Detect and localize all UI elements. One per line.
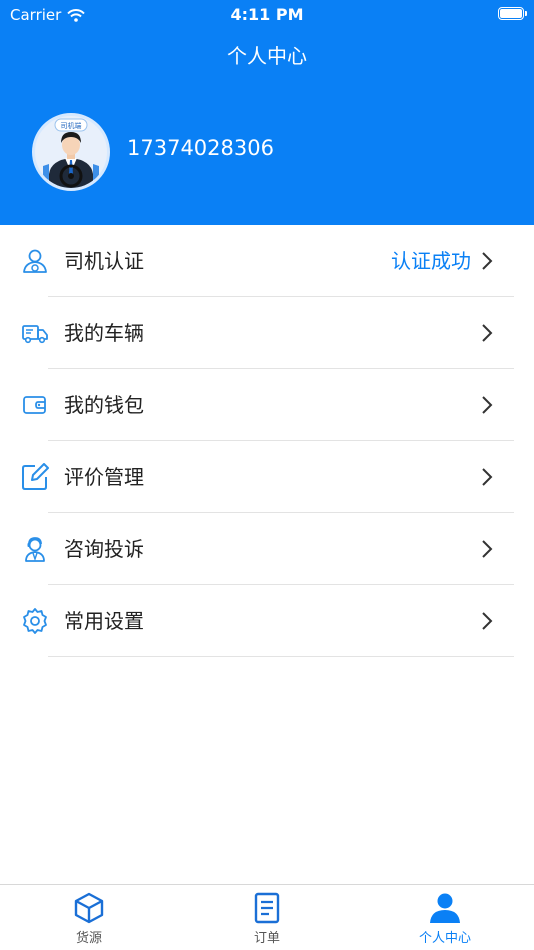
menu-item-label: 司机认证 [64,249,144,273]
truck-icon [22,325,48,344]
chevron-right-icon [482,324,493,342]
chevron-right-icon [482,468,493,486]
tab-label: 货源 [75,931,102,946]
menu-item-my-vehicles[interactable]: 我的车辆 [0,297,534,369]
status-time: 4:11 PM [230,5,304,24]
chevron-right-icon [482,540,493,558]
driver-avatar-illustration: 司机端 [43,118,99,188]
menu-item-common-settings[interactable]: 常用设置 [0,585,534,657]
divider [48,656,514,657]
tab-orders[interactable]: 订单 [207,885,327,950]
document-icon [254,892,280,924]
tab-cargo-source[interactable]: 货源 [29,885,149,950]
wallet-icon [23,396,46,414]
profile-header: Carrier 4:11 PM 个人中心 司机端 17374028306 [0,0,534,225]
menu-item-label: 我的钱包 [64,393,144,417]
menu-item-label: 咨询投诉 [64,537,144,561]
avatar[interactable]: 司机端 [32,113,110,191]
menu-item-label: 我的车辆 [64,321,144,345]
menu-item-review-management[interactable]: 评价管理 [0,441,534,513]
cube-icon [74,892,104,924]
driver-icon [23,249,47,273]
service-agent-icon [25,537,45,562]
gear-icon [23,608,47,634]
avatar-badge-text: 司机端 [61,121,82,130]
certification-status: 认证成功 [391,249,471,273]
menu-item-driver-certification[interactable]: 司机认证 认证成功 [0,225,534,297]
chevron-right-icon [482,396,493,414]
tab-label: 订单 [253,931,280,946]
menu-item-my-wallet[interactable]: 我的钱包 [0,369,534,441]
menu-list: 司机认证 认证成功 我的车辆 我的钱包 评价管理 咨询投诉 常用设置 [0,225,534,657]
tab-label: 个人中心 [418,931,471,946]
menu-item-label: 常用设置 [64,609,144,633]
user-phone-number: 17374028306 [127,136,274,160]
battery-icon [498,7,527,20]
edit-icon [22,463,49,490]
tab-bar: 货源 订单 个人中心 [0,884,534,950]
chevron-right-icon [482,252,493,270]
menu-item-consult-complaint[interactable]: 咨询投诉 [0,513,534,585]
tab-profile[interactable]: 个人中心 [385,885,505,950]
page-title: 个人中心 [227,44,307,68]
person-icon [430,893,460,923]
status-bar: Carrier 4:11 PM [0,0,534,30]
chevron-right-icon [482,612,493,630]
menu-item-label: 评价管理 [64,465,144,489]
